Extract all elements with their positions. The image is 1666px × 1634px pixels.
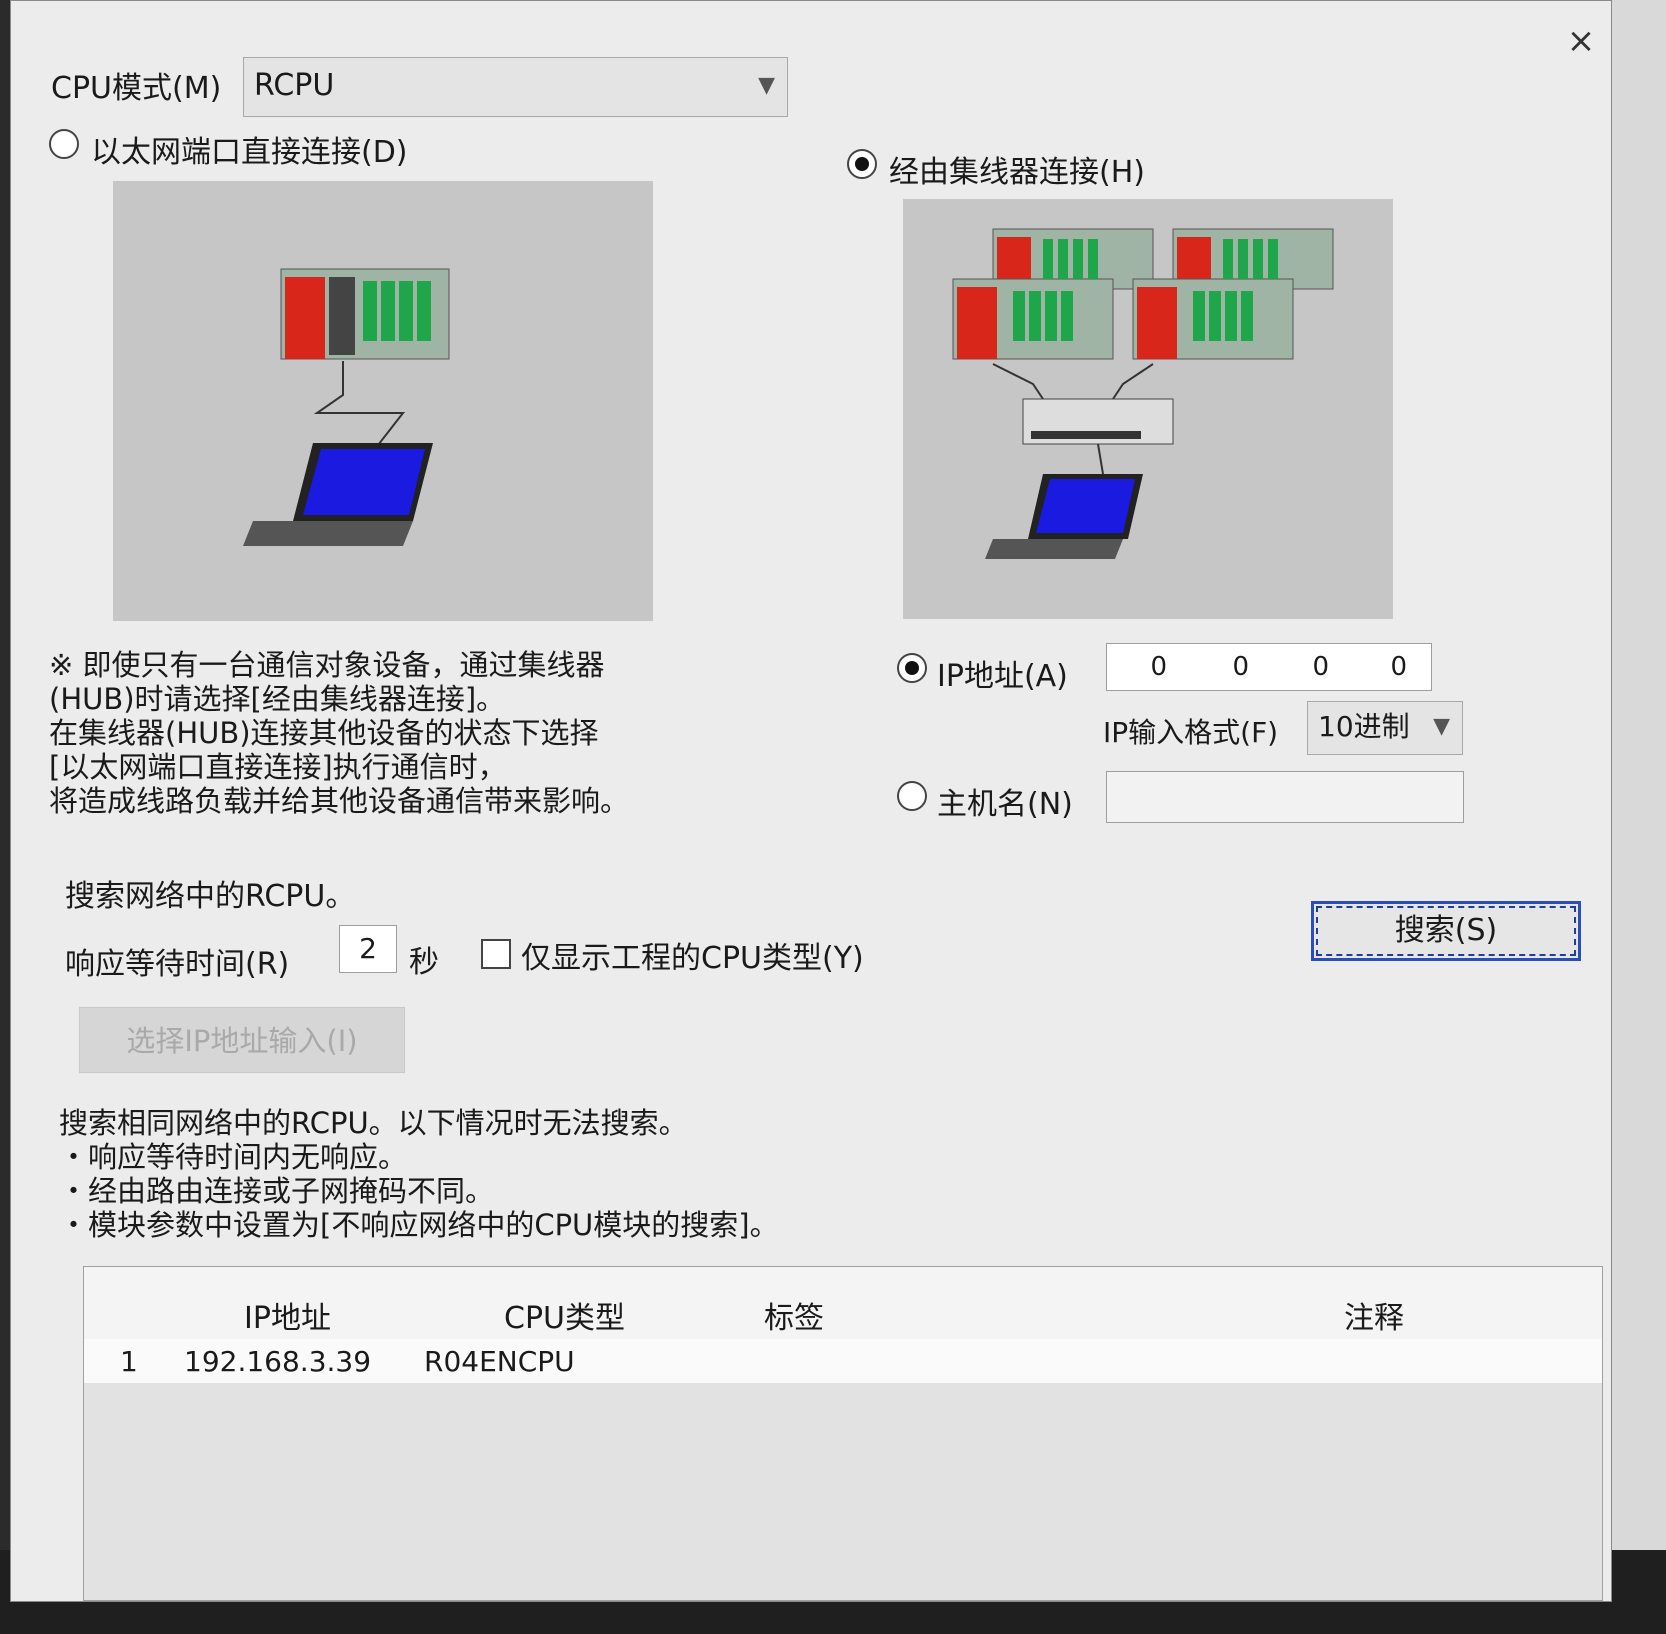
column-cpu-type[interactable]: CPU类型 bbox=[504, 1293, 625, 1337]
ip-format-select[interactable]: 10进制 ▼ bbox=[1307, 701, 1463, 755]
column-ip-address[interactable]: IP地址 bbox=[244, 1293, 331, 1337]
wait-time-label: 响应等待时间(R) bbox=[65, 947, 290, 982]
ip-octet-1[interactable]: 0 bbox=[1107, 652, 1167, 682]
ip-address-input[interactable]: 0 0 0 0 bbox=[1106, 643, 1432, 691]
wait-time-unit: 秒 bbox=[409, 945, 439, 980]
close-icon[interactable]: × bbox=[1559, 19, 1603, 63]
hostname-radio[interactable] bbox=[897, 781, 927, 811]
search-results-table: IP地址 CPU类型 标签 注释 1 192.168.3.39 R04ENCPU bbox=[83, 1266, 1603, 1601]
hostname-input[interactable] bbox=[1106, 771, 1464, 823]
ip-octet-3[interactable]: 0 bbox=[1269, 652, 1329, 682]
only-project-cpu-checkbox[interactable] bbox=[481, 939, 511, 969]
chevron-down-icon: ▼ bbox=[1433, 714, 1450, 739]
hub-connection-radio[interactable] bbox=[847, 149, 877, 179]
note-line-4: [以太网端口直接连接]执行通信时， bbox=[49, 750, 507, 784]
cpu-mode-select[interactable]: RCPU ▼ bbox=[243, 57, 788, 117]
direct-connection-illustration bbox=[113, 181, 653, 621]
search-note-line-2: ・响应等待时间内无响应。 bbox=[59, 1140, 408, 1174]
search-note-line-1: 搜索相同网络中的RCPU。以下情况时无法搜索。 bbox=[59, 1106, 688, 1140]
cpu-mode-value: RCPU bbox=[254, 68, 335, 103]
search-section-heading: 搜索网络中的RCPU。 bbox=[65, 879, 356, 914]
ip-format-value: 10进制 bbox=[1318, 710, 1410, 743]
row-cpu-type: R04ENCPU bbox=[424, 1345, 575, 1378]
plc-laptop-icon bbox=[243, 268, 450, 546]
note-line-5: 将造成线路负载并给其他设备通信带来影响。 bbox=[49, 784, 630, 818]
search-note-line-4: ・模块参数中设置为[不响应网络中的CPU模块的搜索]。 bbox=[59, 1208, 779, 1242]
only-project-cpu-label: 仅显示工程的CPU类型(Y) bbox=[521, 941, 864, 976]
note-line-2: (HUB)时请选择[经由集线器连接]。 bbox=[49, 682, 506, 716]
direct-connection-radio[interactable] bbox=[49, 129, 79, 159]
direct-connection-label: 以太网端口直接连接(D) bbox=[91, 135, 408, 170]
ip-format-label: IP输入格式(F) bbox=[1103, 716, 1279, 749]
ip-address-radio[interactable] bbox=[897, 653, 927, 683]
search-button[interactable]: 搜索(S) bbox=[1311, 901, 1581, 961]
ip-octet-4[interactable]: 0 bbox=[1347, 652, 1407, 682]
plc-hub-laptop-icon bbox=[952, 228, 1334, 559]
row-index: 1 bbox=[120, 1345, 138, 1378]
row-ip-address: 192.168.3.39 bbox=[184, 1345, 372, 1378]
ip-octet-2[interactable]: 0 bbox=[1189, 652, 1249, 682]
search-note-line-3: ・经由路由连接或子网掩码不同。 bbox=[59, 1174, 495, 1208]
cpu-mode-label: CPU模式(M) bbox=[51, 71, 222, 106]
hub-connection-illustration bbox=[903, 199, 1393, 619]
table-row[interactable]: 1 192.168.3.39 R04ENCPU bbox=[84, 1339, 1602, 1383]
chevron-down-icon: ▼ bbox=[758, 73, 775, 98]
column-label[interactable]: 标签 bbox=[764, 1293, 824, 1337]
connection-dialog: × CPU模式(M) RCPU ▼ 以太网端口直接连接(D) 经由集线器连接(H… bbox=[10, 0, 1612, 1602]
hostname-label: 主机名(N) bbox=[937, 787, 1073, 822]
ip-address-label: IP地址(A) bbox=[937, 659, 1068, 694]
note-line-1: ※ 即使只有一台通信对象设备，通过集线器 bbox=[49, 648, 605, 682]
column-comment[interactable]: 注释 bbox=[1344, 1293, 1404, 1337]
table-header: IP地址 CPU类型 标签 注释 bbox=[84, 1267, 1602, 1340]
wait-time-input[interactable]: 2 bbox=[339, 925, 397, 973]
hub-connection-label: 经由集线器连接(H) bbox=[889, 155, 1145, 190]
note-line-3: 在集线器(HUB)连接其他设备的状态下选择 bbox=[49, 716, 599, 750]
select-ip-input-button[interactable]: 选择IP地址输入(I) bbox=[79, 1007, 405, 1073]
